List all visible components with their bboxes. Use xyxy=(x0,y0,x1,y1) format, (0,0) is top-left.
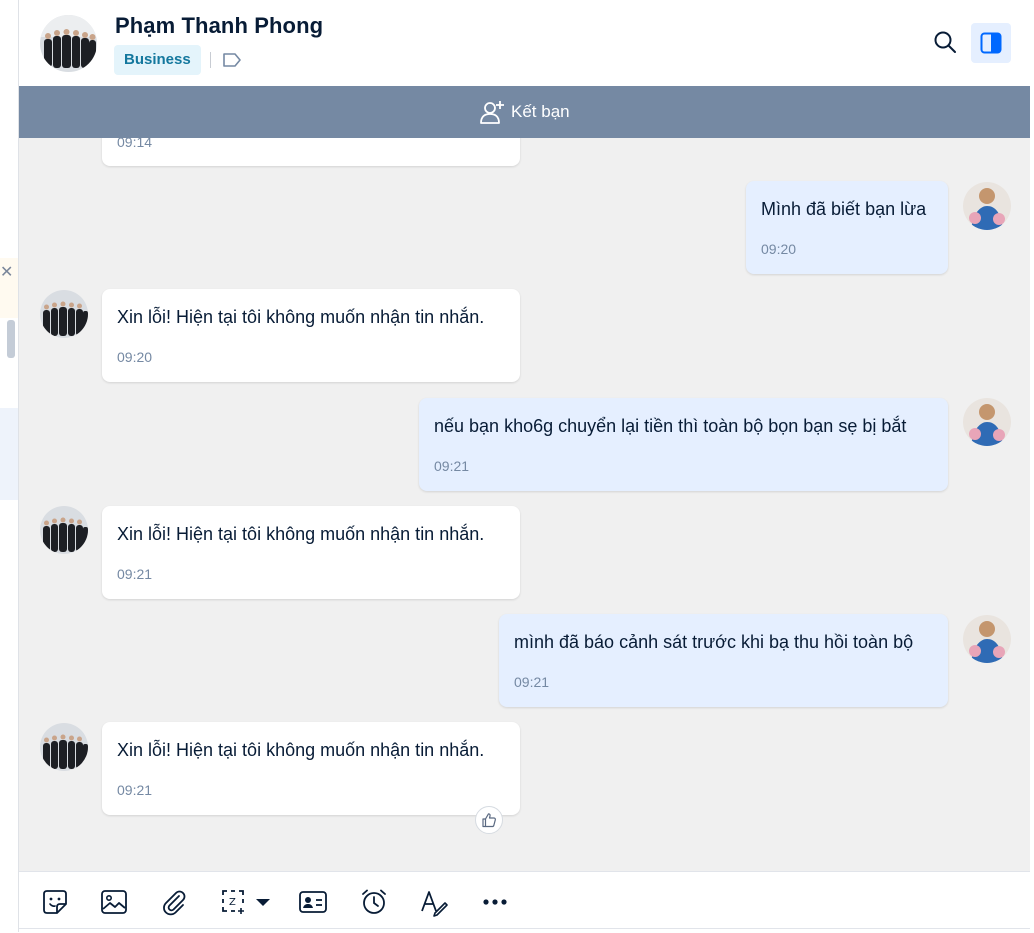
message-list[interactable]: 09:14 Mình đã biết bạn lừa 09:20 Xin lỗi… xyxy=(19,138,1030,871)
contact-avatar[interactable] xyxy=(40,15,97,72)
thumbs-up-icon xyxy=(482,813,496,828)
more-icon[interactable] xyxy=(479,886,511,918)
image-icon[interactable] xyxy=(98,886,130,918)
background-window-strip: ✕ xyxy=(0,0,18,932)
message-text: Xin lỗi! Hiện tại tôi không muốn nhận ti… xyxy=(117,740,485,760)
my-avatar[interactable] xyxy=(963,398,1011,446)
composer-input-edge[interactable] xyxy=(19,928,1030,933)
add-friend-icon xyxy=(480,101,504,124)
chat-header: Phạm Thanh Phong Business xyxy=(19,0,1030,87)
side-panel-icon xyxy=(980,32,1002,54)
search-icon[interactable] xyxy=(933,30,957,54)
text-format-icon[interactable] xyxy=(419,886,451,918)
svg-text:Z: Z xyxy=(229,897,236,908)
message-text: Xin lỗi! Hiện tại tôi không muốn nhận ti… xyxy=(117,307,485,327)
message-time: 09:21 xyxy=(514,674,550,690)
header-divider xyxy=(210,52,211,68)
react-like-button[interactable] xyxy=(475,806,503,834)
contact-avatar[interactable] xyxy=(40,506,88,554)
message-time: 09:21 xyxy=(434,458,470,474)
message-bubble-outgoing[interactable]: nếu bạn kho6g chuyển lại tiền thì toàn b… xyxy=(419,398,948,491)
message-bubble-incoming[interactable]: Xin lỗi! Hiện tại tôi không muốn nhận ti… xyxy=(102,722,520,815)
contact-name: Phạm Thanh Phong xyxy=(115,13,324,38)
message-bubble-incoming[interactable]: Xin lỗi! Hiện tại tôi không muốn nhận ti… xyxy=(102,289,520,382)
my-avatar[interactable] xyxy=(963,615,1011,663)
add-friend-label: Kết bạn xyxy=(511,102,570,121)
message-bubble-outgoing[interactable]: Mình đã biết bạn lừa 09:20 xyxy=(746,181,948,274)
message-text: nếu bạn kho6g chuyển lại tiền thì toàn b… xyxy=(434,416,907,436)
message-text: mình đã báo cảnh sát trước khi bạ thu hồ… xyxy=(514,632,914,652)
screenshot-icon[interactable]: Z xyxy=(219,886,273,918)
my-avatar[interactable] xyxy=(963,182,1011,230)
contact-card-icon[interactable] xyxy=(297,886,329,918)
message-time: 09:21 xyxy=(117,782,153,798)
message-bubble-incoming[interactable]: Xin lỗi! Hiện tại tôi không muốn nhận ti… xyxy=(102,506,520,599)
sticker-icon[interactable] xyxy=(39,886,71,918)
reminder-icon[interactable] xyxy=(358,886,390,918)
message-time: 09:20 xyxy=(761,241,797,257)
attachment-icon[interactable] xyxy=(158,886,190,918)
business-badge: Business xyxy=(114,45,201,75)
scrollbar-thumb[interactable] xyxy=(7,320,15,358)
contact-avatar[interactable] xyxy=(40,290,88,338)
message-time: 09:21 xyxy=(117,566,153,582)
message-text: Xin lỗi! Hiện tại tôi không muốn nhận ti… xyxy=(117,524,485,544)
composer-toolbar: Z xyxy=(19,871,1030,932)
toggle-info-panel-button[interactable] xyxy=(971,23,1011,63)
tag-icon[interactable] xyxy=(222,52,242,68)
message-time: 09:20 xyxy=(117,349,153,365)
message-time: 09:14 xyxy=(117,138,153,150)
right-edge xyxy=(1030,0,1034,932)
contact-avatar[interactable] xyxy=(40,723,88,771)
add-friend-bar[interactable]: Kết bạn xyxy=(19,86,1030,138)
message-bubble-outgoing[interactable]: mình đã báo cảnh sát trước khi bạ thu hồ… xyxy=(499,614,948,707)
selected-conversation-strip xyxy=(0,408,18,500)
message-bubble-incoming[interactable]: 09:14 xyxy=(102,138,520,166)
close-icon[interactable]: ✕ xyxy=(0,262,13,282)
message-text: Mình đã biết bạn lừa xyxy=(761,199,927,219)
chat-window: Phạm Thanh Phong Business Kết bạn 09:14 … xyxy=(18,0,1030,933)
